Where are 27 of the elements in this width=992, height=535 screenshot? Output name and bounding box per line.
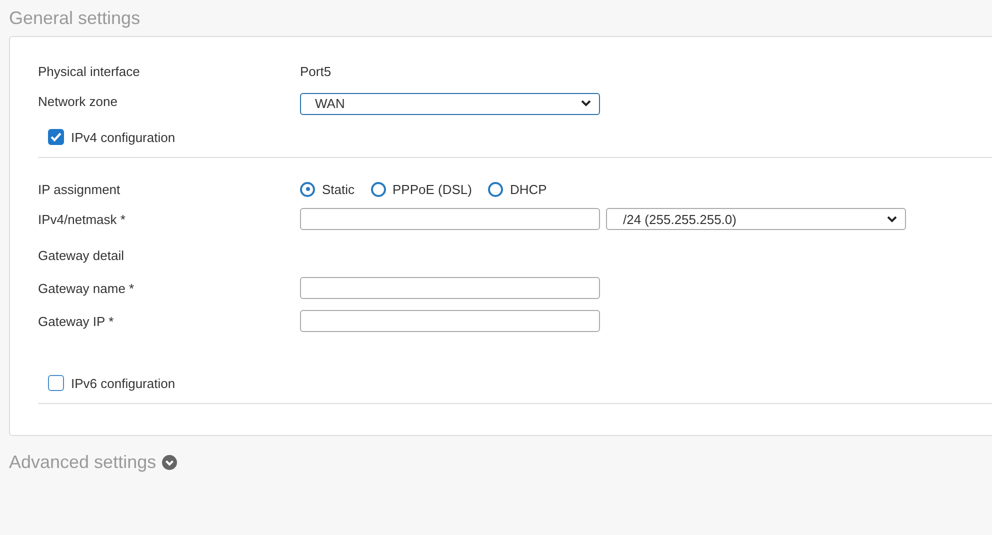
field-value: Port5 — [300, 64, 332, 78]
radio-button[interactable] — [300, 182, 315, 196]
checkbox[interactable] — [48, 129, 64, 145]
section-title: General settings — [9, 7, 140, 30]
radio-button[interactable] — [488, 182, 503, 196]
field-label: Gateway name * — [38, 280, 136, 296]
radio-label: DHCP — [510, 182, 547, 196]
caret-icon — [581, 100, 591, 107]
field-label: Gateway detail — [38, 248, 125, 262]
netmask-select[interactable]: /24 (255.255.255.0) — [606, 208, 906, 230]
field-label: Network zone — [38, 94, 118, 108]
field-label: IPv4/netmask * — [38, 212, 126, 226]
radio-button[interactable] — [370, 182, 386, 196]
field-label: Gateway IP * — [38, 314, 115, 328]
radio-label: Static — [322, 182, 355, 196]
input-field[interactable] — [300, 208, 600, 230]
checkbox-label: IPv4 configuration — [71, 130, 176, 144]
input-field[interactable] — [300, 277, 600, 299]
checkbox[interactable] — [48, 375, 64, 391]
radio-label: PPPoE (DSL) — [392, 182, 472, 196]
checkbox-label: IPv6 configuration — [71, 376, 176, 390]
chevron-icon[interactable] — [162, 454, 178, 470]
caret-icon — [887, 216, 897, 222]
field-label: Physical interface — [38, 64, 141, 78]
field-label: IP assignment — [38, 182, 122, 196]
zone-select[interactable]: WAN — [300, 92, 600, 114]
input-field[interactable] — [300, 310, 600, 332]
